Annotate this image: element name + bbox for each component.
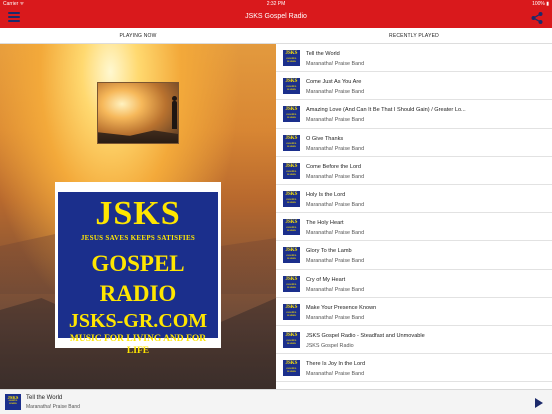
recently-played-list: JSKS GOSPEL RADIO Tell the World Maranath…	[276, 44, 552, 389]
track-artist: Maranatha! Praise Band	[306, 173, 365, 180]
track-art: JSKS GOSPEL RADIO	[282, 49, 301, 67]
list-item[interactable]: JSKS GOSPEL RADIO Cry of My Heart Maranat…	[276, 270, 552, 298]
track-artist: Maranatha! Praise Band	[306, 258, 365, 265]
track-art: JSKS GOSPEL RADIO	[282, 274, 301, 293]
list-item[interactable]: JSKS GOSPEL RADIO Glory To the Lamb Maran…	[276, 241, 552, 270]
track-title: Amazing Love (And Can It Be That I Shoul…	[306, 107, 466, 114]
battery-indicator: 100% ▮	[532, 1, 549, 7]
track-title: The Holy Heart	[306, 220, 344, 227]
track-title: Cry of My Heart	[306, 276, 346, 283]
track-artist: Maranatha! Praise Band	[306, 117, 365, 124]
logo-station: GOSPEL RADIO	[91, 251, 185, 306]
app-title: JSKS Gospel Radio	[245, 13, 307, 20]
track-artist: Maranatha! Praise Band	[306, 89, 365, 96]
logo-tagline: JESUS SAVES KEEPS SATISFIES	[80, 234, 196, 242]
track-title: Holy Is the Lord	[306, 191, 346, 198]
track-artist: Maranatha! Praise Band	[306, 314, 365, 321]
tab-playing-now[interactable]: PLAYING NOW	[0, 28, 276, 44]
now-playing-artist: Maranatha! Praise Band	[26, 404, 80, 410]
track-art: JSKS GOSPEL RADIO	[282, 133, 301, 152]
track-artist: Maranatha! Praise Band	[306, 201, 365, 208]
tab-recently-played[interactable]: RECENTLY PLAYED	[276, 28, 552, 44]
list-item[interactable]: JSKS GOSPEL RADIO Make Your Presence Know…	[276, 298, 552, 326]
status-bar: Carrier ᯤ 2:32 PM 100% ▮	[0, 0, 552, 8]
track-art: JSKS GOSPEL RADIO	[282, 359, 301, 378]
list-item[interactable]: JSKS GOSPEL RADIO Tell the World Maranath…	[276, 44, 552, 73]
track-art: JSKS GOSPEL RADIO	[282, 302, 301, 321]
track-artist: Maranatha! Praise Band	[306, 145, 365, 152]
album-photo	[97, 82, 179, 144]
list-item[interactable]: JSKS GOSPEL RADIO The Holy Heart Maranath…	[276, 213, 552, 242]
logo-name: JSKS	[95, 195, 181, 232]
logo-url: JSKS-GR.COM	[68, 310, 208, 332]
station-logo: JSKS JESUS SAVES KEEPS SATISFIES GOSPEL …	[55, 182, 221, 356]
track-artist: Maranatha! Praise Band	[306, 61, 365, 67]
track-art: JSKS GOSPEL RADIO	[282, 246, 301, 265]
track-title: Tell the World	[306, 51, 340, 57]
person-silhouette	[172, 96, 177, 129]
track-title: There Is Joy In the Lord	[306, 361, 366, 368]
list-item[interactable]: JSKS GOSPEL RADIO Holy Is the Lord Marana…	[276, 185, 552, 214]
logo-slogan: MUSIC FOR LIVING AND FOR LIFE	[69, 334, 207, 356]
track-art: JSKS GOSPEL RADIO	[282, 218, 301, 237]
play-icon[interactable]	[535, 398, 543, 408]
share-icon[interactable]	[530, 11, 544, 25]
track-artist: Maranatha! Praise Band	[306, 286, 365, 293]
tab-bar: PLAYING NOW RECENTLY PLAYED	[0, 28, 552, 44]
track-art: JSKS GOSPEL RADIO	[282, 189, 301, 208]
list-item[interactable]: JSKS GOSPEL RADIO Come Just As You Are Ma…	[276, 72, 552, 101]
track-title: Glory To the Lamb	[306, 248, 352, 255]
track-artist: Maranatha! Praise Band	[306, 230, 365, 237]
track-title: Come Before the Lord	[306, 163, 362, 170]
now-playing-art: JSKS GOSPEL RADIO	[5, 394, 21, 410]
list-item[interactable]: JSKS GOSPEL RADIO JSKS Gospel Radio - Ste…	[276, 326, 552, 355]
track-title: JSKS Gospel Radio - Steadfast and Unmova…	[306, 332, 425, 339]
list-item[interactable]: JSKS GOSPEL RADIO O Give Thanks Maranatha…	[276, 129, 552, 157]
nav-bar: JSKS Gospel Radio	[0, 8, 552, 28]
list-item[interactable]: JSKS GOSPEL RADIO There Is Joy In the Lor…	[276, 354, 552, 383]
status-time: 2:32 PM	[266, 1, 286, 7]
list-item[interactable]: JSKS GOSPEL RADIO Come Before the Lord Ma…	[276, 157, 552, 185]
track-art: JSKS GOSPEL RADIO	[282, 161, 301, 180]
track-artist: Maranatha! Praise Band	[306, 371, 365, 378]
track-title: O Give Thanks	[306, 135, 344, 142]
track-title: Come Just As You Are	[306, 79, 362, 86]
mini-player[interactable]: JSKS GOSPEL RADIO Tell the World Maranath…	[0, 389, 552, 414]
list-item[interactable]: JSKS GOSPEL RADIO Amazing Love (And Can I…	[276, 100, 552, 129]
now-playing-panel: JSKS JESUS SAVES KEEPS SATISFIES GOSPEL …	[0, 44, 276, 389]
track-art: JSKS GOSPEL RADIO	[282, 105, 301, 124]
now-playing-title: Tell the World	[26, 395, 63, 401]
track-art: JSKS GOSPEL RADIO	[282, 330, 301, 349]
track-title: Make Your Presence Known	[306, 304, 377, 311]
track-art: JSKS GOSPEL RADIO	[282, 77, 301, 96]
track-artist: JSKS Gospel Radio	[306, 342, 354, 349]
